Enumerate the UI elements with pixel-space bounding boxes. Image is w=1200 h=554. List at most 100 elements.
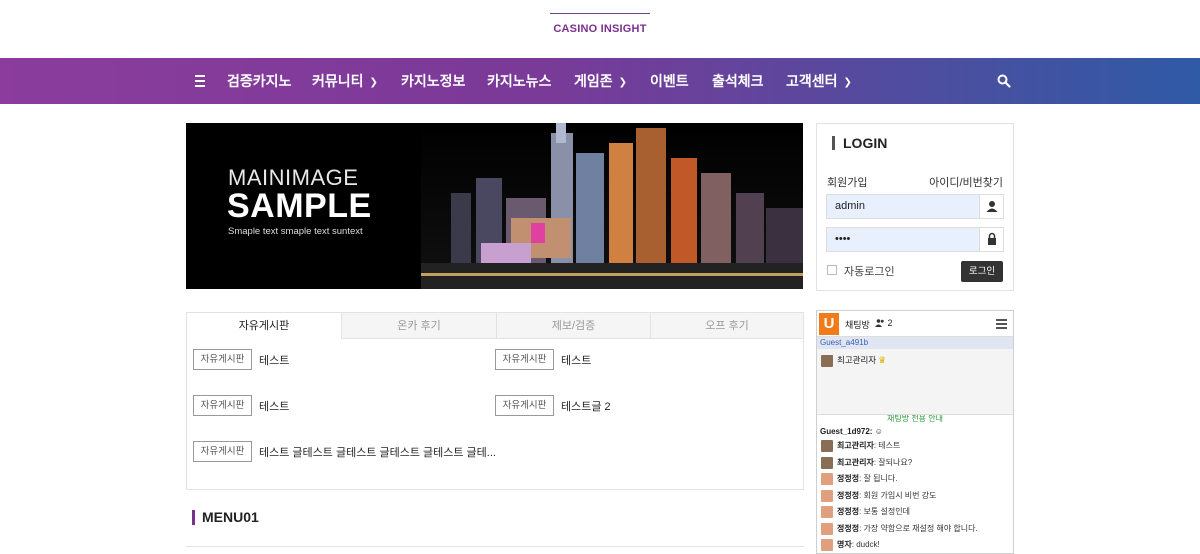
avatar — [821, 440, 833, 452]
post-item[interactable]: 자유게시판 테스트글 2 — [495, 395, 785, 417]
auto-login-label: 자동로그인 — [844, 266, 895, 278]
chat-count-value: 2 — [887, 318, 893, 328]
board-tabs: 자유게시판 온카 후기 제보/검증 오프 후기 — [187, 313, 803, 339]
user-icon — [979, 195, 1003, 218]
chat-sender: 정정정 — [837, 524, 860, 534]
chat-message: 정정정: 잘 됩니다. — [821, 473, 897, 485]
password-input[interactable]: •••• — [826, 227, 1004, 252]
tab-report-verify[interactable]: 제보/검증 — [496, 313, 650, 339]
chevron-down-icon: ❯ — [618, 77, 628, 88]
main-navbar: 검증카지노 커뮤니티 ❯ 카지노정보 카지노뉴스 게임존 ❯ 이벤트 출석체크 고객… — [0, 58, 1200, 104]
chat-text: 테스트 — [878, 441, 901, 451]
avatar — [821, 523, 833, 535]
chat-sender: 최고관리자 — [837, 441, 874, 451]
board-panel: 자유게시판 온카 후기 제보/검증 오프 후기 자유게시판 테스트 자유게시판 … — [186, 312, 804, 490]
category-badge: 자유게시판 — [193, 395, 252, 416]
auto-login-checkbox[interactable] — [827, 265, 837, 275]
chat-user-list: Guest_a491b 최고관리자 ♛ — [817, 337, 1013, 415]
post-title[interactable]: 테스트글 2 — [561, 398, 611, 414]
chat-sender: 명자 — [837, 540, 852, 550]
online-user-name: 최고관리자 — [837, 355, 877, 365]
site-header: CASINO INSIGHT — [0, 0, 1200, 58]
section-divider — [186, 546, 804, 547]
category-badge: 자유게시판 — [193, 349, 252, 370]
post-title[interactable]: 테스트 — [259, 352, 289, 368]
chat-notice: 채팅방 전용 안내 — [887, 415, 943, 422]
signup-link[interactable]: 회원가입 — [827, 174, 867, 190]
login-button[interactable]: 로그인 — [961, 261, 1003, 282]
logo-underline — [550, 13, 650, 14]
tab-offline-review[interactable]: 오프 후기 — [650, 313, 803, 339]
password-value: •••• — [835, 233, 851, 245]
avatar — [821, 506, 833, 518]
tab-online-review[interactable]: 온카 후기 — [341, 313, 496, 339]
chat-message: 명자: dudck! — [821, 539, 880, 551]
banner-title: SAMPLE — [227, 187, 372, 225]
chat-message: 정정정: 보통 설정인데 — [821, 506, 910, 518]
avatar — [821, 473, 833, 485]
nav-item-game-zone[interactable]: 게임존 ❯ — [574, 58, 627, 104]
nav-item-event[interactable]: 이벤트 — [650, 58, 689, 104]
post-item[interactable]: 자유게시판 테스트 — [193, 349, 483, 371]
search-icon[interactable] — [997, 74, 1011, 88]
nav-item-attendance[interactable]: 출석체크 — [712, 58, 764, 104]
post-title[interactable]: 테스트 — [259, 398, 289, 414]
avatar — [821, 457, 833, 469]
nav-label: 검증카지노 — [227, 73, 292, 89]
chat-sender: 정정정 — [837, 474, 860, 484]
nav-item-customer-center[interactable]: 고객센터 ❯ — [786, 58, 852, 104]
crown-icon: ♛ — [878, 355, 887, 365]
avatar — [821, 354, 833, 367]
chat-user-count[interactable]: 2 — [875, 318, 893, 328]
chat-text: 잘 됩니다. — [863, 474, 898, 484]
post-item[interactable]: 자유게시판 테스트 글테스트 글테스트 글테스트 글테스트 글테... — [193, 441, 496, 463]
category-badge: 자유게시판 — [495, 395, 554, 416]
lock-icon — [979, 228, 1003, 251]
chevron-down-icon: ❯ — [843, 77, 852, 88]
tab-free-board[interactable]: 자유게시판 — [187, 313, 341, 339]
username-value: admin — [835, 200, 865, 212]
chat-message: 최고관리자: 테스트 — [821, 440, 900, 452]
section-title-menu01: MENU01 — [192, 510, 259, 525]
post-item[interactable]: 자유게시판 테스트 — [193, 395, 483, 417]
chat-text: 가장 약함으로 재설정 해야 합니다. — [863, 524, 978, 534]
find-account-link[interactable]: 아이디/비번찾기 — [929, 174, 1003, 190]
users-icon — [875, 319, 884, 327]
chevron-down-icon: ❯ — [369, 77, 378, 88]
chat-widget: U 채팅방 2 Guest_a491b 최고관리자 ♛ 채팅방 전용 안내 Gue… — [816, 310, 1014, 554]
category-badge: 자유게시판 — [495, 349, 554, 370]
nav-label: 게임존 — [574, 73, 613, 89]
chat-message: 정정정: 가장 약함으로 재설정 해야 합니다. — [821, 523, 978, 535]
avatar — [821, 539, 833, 551]
post-item[interactable]: 자유게시판 테스트 — [495, 349, 785, 371]
chat-message: 정정정: 회원 가입시 비번 강도 — [821, 490, 936, 502]
online-user-item[interactable]: 최고관리자 ♛ — [821, 354, 886, 367]
chat-text: 잘되나요? — [878, 458, 913, 468]
chat-sender: 최고관리자 — [837, 458, 874, 468]
post-title[interactable]: 테스트 — [561, 352, 591, 368]
site-logo[interactable]: CASINO INSIGHT — [530, 23, 670, 35]
post-title[interactable]: 테스트 글테스트 글테스트 글테스트 글테스트 글테... — [259, 444, 496, 460]
nav-item-verified-casino[interactable]: 검증카지노 — [227, 58, 291, 104]
chat-menu-icon[interactable] — [996, 319, 1007, 331]
nav-item-community[interactable]: 커뮤니티 ❯ — [312, 58, 378, 104]
chat-guest-line: Guest_1d972: ☺ — [820, 427, 883, 436]
chat-text: 보통 설정인데 — [863, 507, 910, 517]
current-user-bar: Guest_a491b — [817, 337, 1013, 349]
category-badge: 자유게시판 — [193, 441, 252, 462]
chat-message: 최고관리자: 잘되나요? — [821, 457, 912, 469]
hamburger-icon[interactable] — [195, 75, 205, 90]
nav-item-casino-news[interactable]: 카지노뉴스 — [487, 58, 551, 104]
nav-item-casino-info[interactable]: 카지노정보 — [401, 58, 465, 104]
main-banner[interactable]: MAINIMAGE SAMPLE Smaple text smaple text… — [186, 123, 803, 289]
login-title: LOGIN — [832, 136, 887, 150]
banner-subtext: Smaple text smaple text suntext — [228, 226, 363, 237]
nav-label: 출석체크 — [712, 73, 764, 89]
chat-header: U 채팅방 2 — [817, 311, 1013, 337]
chat-title: 채팅방 — [845, 320, 870, 330]
nav-label: 커뮤니티 — [312, 73, 364, 89]
chat-sender: 정정정 — [837, 507, 860, 517]
chat-sender: 정정정 — [837, 491, 860, 501]
nav-label: 고객센터 — [786, 73, 838, 89]
username-input[interactable]: admin — [826, 194, 1004, 219]
